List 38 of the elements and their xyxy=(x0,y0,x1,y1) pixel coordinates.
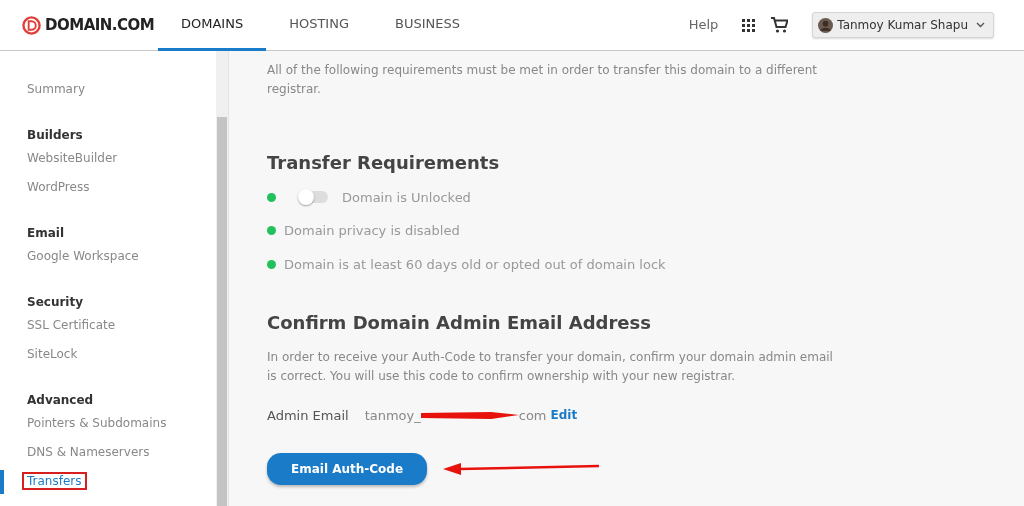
logo-icon xyxy=(22,15,41,35)
sidebar-item[interactable]: WebsiteBuilder xyxy=(0,150,216,167)
cart-icon[interactable] xyxy=(771,17,789,33)
intro-text: All of the following requirements must be met in order to transfer this domain to a different registrar. xyxy=(267,62,819,98)
nav-tab[interactable]: BUSINESS xyxy=(372,0,483,51)
email-auth-code-button[interactable]: Email Auth-Code xyxy=(267,453,428,486)
nav-tab[interactable]: HOSTING xyxy=(266,0,372,51)
annotation-box: Transfers xyxy=(22,472,87,490)
section-title: Transfer Requirements xyxy=(267,152,501,174)
email-value: tanmoy_ xyxy=(364,406,421,425)
help-link[interactable]: Help xyxy=(688,15,719,35)
user-menu-button[interactable]: Tanmoy Kumar Shapu xyxy=(812,12,994,38)
sidebar-heading: Builders xyxy=(26,127,84,144)
sidebar-heading: Email xyxy=(26,225,66,242)
logo[interactable]: DOMAIN.COM xyxy=(45,13,155,37)
sidebar-item[interactable]: Pointers & Subdomains xyxy=(0,415,216,432)
sidebar-item[interactable]: WordPress xyxy=(0,179,216,196)
requirement-text: Domain is at least 60 days old or opted out of domain lock xyxy=(284,255,666,274)
email-value: com xyxy=(518,406,547,425)
sidebar-item[interactable]: DNS & Nameservers xyxy=(0,444,216,461)
toggle-switch[interactable] xyxy=(300,191,328,204)
scrollbar[interactable] xyxy=(216,51,228,506)
section-title: Confirm Domain Admin Email Address xyxy=(267,312,652,334)
instruction-text: In order to receive your Auth-Code to transfer your domain, confirm your domain admin email is correct. You will use this code to confirm ownership with your new registrar. xyxy=(267,348,834,385)
sidebar-item[interactable]: SiteLock xyxy=(0,346,216,363)
sidebar-item[interactable]: Transfers xyxy=(0,473,216,490)
sidebar-item[interactable]: SSL Certificate xyxy=(0,317,216,334)
apps-grid-icon[interactable] xyxy=(742,18,756,32)
requirement-text: Domain privacy is disabled xyxy=(284,222,460,241)
sidebar-item[interactable]: Summary xyxy=(0,81,216,98)
caret-icon xyxy=(976,22,985,28)
sidebar-heading: Advanced xyxy=(26,392,95,409)
edit-link[interactable]: Edit xyxy=(550,406,578,425)
field-label: Admin Email xyxy=(267,406,349,425)
sidebar-item[interactable]: Google Workspace xyxy=(0,248,216,265)
requirement-text: Domain is Unlocked xyxy=(342,188,471,207)
avatar-icon xyxy=(818,17,834,33)
sidebar-heading: Security xyxy=(26,294,85,311)
